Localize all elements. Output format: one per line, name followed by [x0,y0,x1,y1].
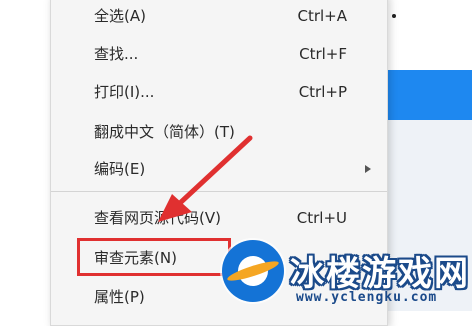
watermark-title: 冰楼游戏网 [290,254,470,294]
watermark-logo-icon [222,240,284,302]
watermark-url: www.yclengku.com [296,290,438,305]
